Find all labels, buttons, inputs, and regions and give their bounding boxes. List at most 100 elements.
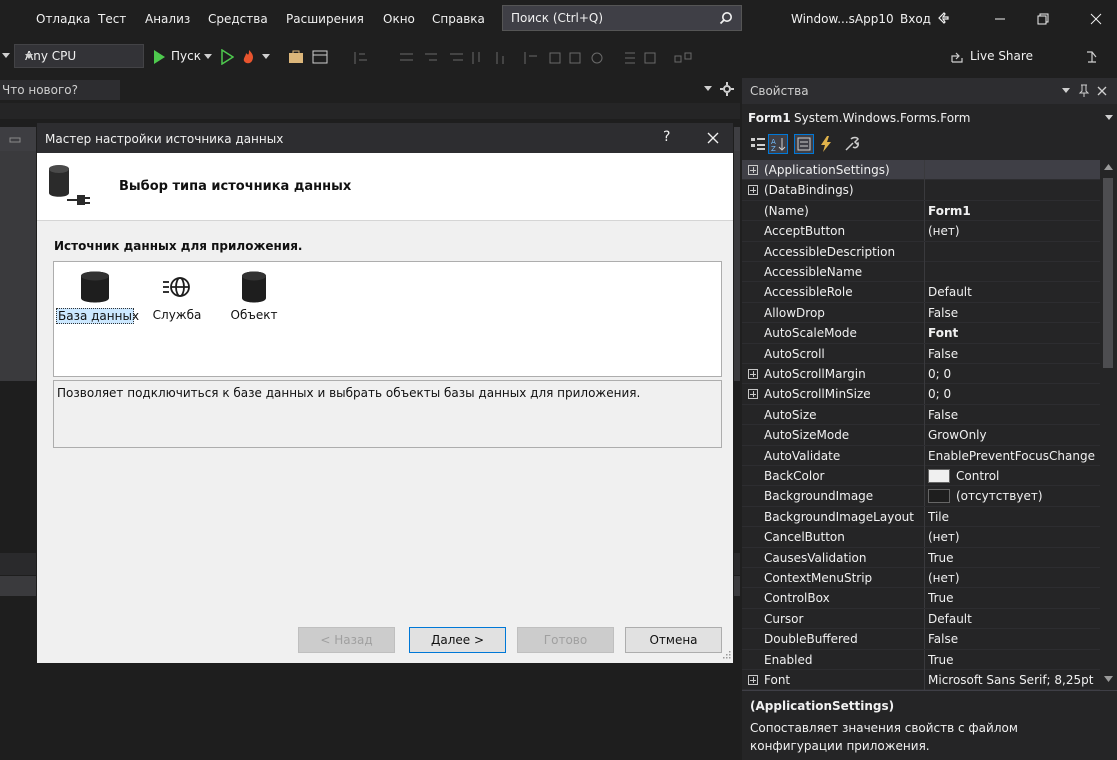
menu-help[interactable]: Справка xyxy=(432,12,485,26)
property-row[interactable]: AllowDrop False xyxy=(742,302,1100,324)
chevron-down-icon[interactable] xyxy=(1062,88,1070,94)
property-value[interactable]: (нет) xyxy=(928,224,1098,238)
property-value[interactable]: Microsoft Sans Serif; 8,25pt xyxy=(928,673,1098,687)
source-item-service[interactable]: Служба xyxy=(146,270,208,322)
property-value[interactable]: Default xyxy=(928,285,1098,299)
menu-tools[interactable]: Средства xyxy=(208,12,268,26)
tab-whats-new[interactable]: Что нового? xyxy=(0,80,120,100)
property-pages-icon[interactable] xyxy=(842,134,862,154)
pin-icon[interactable] xyxy=(1078,84,1090,98)
property-row[interactable]: (ApplicationSettings) xyxy=(742,160,1100,181)
categorized-icon[interactable] xyxy=(748,134,768,154)
property-value[interactable]: Form1 xyxy=(928,204,1098,218)
alphabetical-icon[interactable]: AZ xyxy=(768,134,788,154)
next-button[interactable]: Далее > xyxy=(409,627,506,653)
property-row[interactable]: BackgroundImageLayout Tile xyxy=(742,506,1100,528)
property-value[interactable]: GrowOnly xyxy=(928,428,1098,442)
property-row[interactable]: AccessibleName xyxy=(742,262,1100,283)
property-row[interactable]: BackgroundImage (отсутствует) xyxy=(742,486,1100,507)
property-value[interactable]: (отсутствует) xyxy=(956,489,1117,503)
property-row[interactable]: AutoSizeMode GrowOnly xyxy=(742,425,1100,446)
back-button[interactable]: < Назад xyxy=(298,627,395,653)
run-button[interactable]: Пуск xyxy=(171,49,201,63)
menu-debug[interactable]: Отладка xyxy=(36,12,90,26)
gear-icon[interactable] xyxy=(720,82,734,96)
property-value[interactable]: 0; 0 xyxy=(928,387,1098,401)
property-value[interactable]: (нет) xyxy=(928,571,1098,585)
property-value[interactable]: Default xyxy=(928,612,1098,626)
menu-test[interactable]: Тест xyxy=(98,12,126,26)
help-button[interactable]: ? xyxy=(663,129,670,145)
run-without-debug-icon[interactable] xyxy=(220,49,234,65)
resize-grip-icon[interactable] xyxy=(723,651,731,659)
property-value[interactable]: (нет) xyxy=(928,530,1098,544)
property-row[interactable]: CancelButton (нет) xyxy=(742,527,1100,548)
chevron-down-icon[interactable] xyxy=(2,53,10,59)
property-row[interactable]: (DataBindings) xyxy=(742,180,1100,201)
finish-button[interactable]: Готово xyxy=(517,627,614,653)
chevron-down-icon[interactable] xyxy=(204,54,212,60)
property-value[interactable]: False xyxy=(928,306,1098,320)
property-row[interactable]: Cursor Default xyxy=(742,608,1100,630)
live-share-button[interactable]: Live Share xyxy=(970,49,1033,63)
property-row[interactable]: ContextMenuStrip (нет) xyxy=(742,568,1100,589)
property-value[interactable]: Control xyxy=(956,469,1117,483)
property-value[interactable]: False xyxy=(928,408,1098,422)
menu-window[interactable]: Окно xyxy=(383,12,415,26)
property-value[interactable]: 0; 0 xyxy=(928,367,1098,381)
scroll-thumb[interactable] xyxy=(1103,178,1113,368)
property-row[interactable]: AutoScroll False xyxy=(742,343,1100,364)
property-row[interactable]: AccessibleDescription xyxy=(742,241,1100,262)
expand-plus-icon[interactable] xyxy=(748,185,758,196)
live-share-icon[interactable] xyxy=(950,50,964,64)
menu-extensions[interactable]: Расширения xyxy=(286,12,364,26)
property-value[interactable]: EnablePreventFocusChange xyxy=(928,449,1098,463)
property-row[interactable]: CausesValidation True xyxy=(742,547,1100,568)
property-value[interactable]: False xyxy=(928,347,1098,361)
property-row[interactable]: BackColor Control xyxy=(742,466,1100,487)
property-value[interactable]: Tile xyxy=(928,510,1098,524)
chevron-down-icon[interactable] xyxy=(704,86,712,92)
property-row[interactable]: AutoSize False xyxy=(742,404,1100,426)
property-value[interactable]: True xyxy=(928,653,1098,667)
property-row[interactable]: (Name) Form1 xyxy=(742,200,1100,222)
property-row[interactable]: AccessibleRole Default xyxy=(742,282,1100,303)
property-value[interactable]: False xyxy=(928,632,1098,646)
feedback-icon[interactable] xyxy=(936,10,952,26)
properties-view-icon[interactable] xyxy=(794,134,814,154)
signin-link[interactable]: Вход xyxy=(900,12,931,26)
property-row[interactable]: DoubleBuffered False xyxy=(742,629,1100,650)
events-lightning-icon[interactable] xyxy=(816,134,836,154)
expand-plus-icon[interactable] xyxy=(748,369,758,379)
close-window-icon[interactable] xyxy=(1084,8,1108,30)
close-icon[interactable] xyxy=(705,130,721,146)
source-item-database[interactable]: База данных xyxy=(56,270,139,324)
property-row[interactable]: AutoValidate EnablePreventFocusChange xyxy=(742,445,1100,466)
property-row[interactable]: AcceptButton (нет) xyxy=(742,221,1100,242)
property-grid-scrollbar[interactable] xyxy=(1100,160,1117,688)
menu-analyze[interactable]: Анализ xyxy=(145,12,190,26)
property-value[interactable]: True xyxy=(928,591,1098,605)
property-value[interactable]: True xyxy=(928,551,1098,565)
property-row[interactable]: AutoScrollMargin 0; 0 xyxy=(742,364,1100,385)
restore-icon[interactable] xyxy=(1030,8,1054,30)
account-icon[interactable] xyxy=(1084,49,1100,65)
toolbox-icon[interactable] xyxy=(288,49,304,65)
property-row[interactable]: Font Microsoft Sans Serif; 8,25pt xyxy=(742,670,1100,691)
cancel-button[interactable]: Отмена xyxy=(625,627,722,653)
property-value[interactable]: Font xyxy=(928,326,1098,340)
property-row[interactable]: AutoScrollMinSize 0; 0 xyxy=(742,384,1100,405)
expand-plus-icon[interactable] xyxy=(748,675,758,685)
hot-reload-icon[interactable] xyxy=(240,48,258,66)
source-item-object[interactable]: Объект xyxy=(222,270,286,322)
object-selector[interactable]: Form1 System.Windows.Forms.Form xyxy=(742,106,1117,130)
play-icon[interactable] xyxy=(152,49,166,65)
scroll-up-icon[interactable] xyxy=(1104,164,1113,170)
scroll-down-icon[interactable] xyxy=(1104,676,1113,682)
platform-combo[interactable]: Any CPU xyxy=(14,44,144,68)
property-row[interactable]: Enabled True xyxy=(742,649,1100,670)
minimize-icon[interactable] xyxy=(988,8,1012,30)
close-panel-icon[interactable] xyxy=(1096,85,1108,97)
chevron-down-icon[interactable] xyxy=(262,54,270,60)
expand-plus-icon[interactable] xyxy=(748,165,758,175)
